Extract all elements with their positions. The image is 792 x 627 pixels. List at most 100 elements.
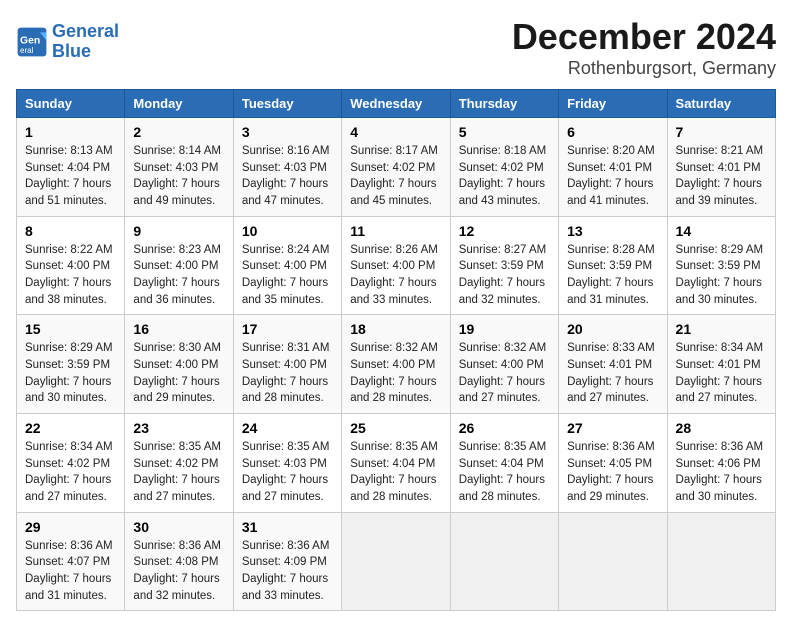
day-number: 1 [25,124,116,140]
day-detail: Sunrise: 8:27 AM Sunset: 3:59 PM Dayligh… [459,242,550,309]
day-detail: Sunrise: 8:36 AM Sunset: 4:08 PM Dayligh… [133,538,224,605]
day-number: 28 [676,420,767,436]
calendar-cell: 10 Sunrise: 8:24 AM Sunset: 4:00 PM Dayli… [233,216,341,315]
day-detail: Sunrise: 8:24 AM Sunset: 4:00 PM Dayligh… [242,242,333,309]
dow-friday: Friday [559,90,667,118]
calendar-body: 1 Sunrise: 8:13 AM Sunset: 4:04 PM Daylig… [17,118,776,611]
day-detail: Sunrise: 8:33 AM Sunset: 4:01 PM Dayligh… [567,340,658,407]
day-number: 9 [133,223,224,239]
dow-monday: Monday [125,90,233,118]
calendar-cell: 3 Sunrise: 8:16 AM Sunset: 4:03 PM Daylig… [233,118,341,217]
calendar-cell: 20 Sunrise: 8:33 AM Sunset: 4:01 PM Dayli… [559,315,667,414]
dow-saturday: Saturday [667,90,775,118]
dow-sunday: Sunday [17,90,125,118]
day-detail: Sunrise: 8:13 AM Sunset: 4:04 PM Dayligh… [25,143,116,210]
calendar-cell: 8Sunrise: 8:22 AM Sunset: 4:00 PM Daylig… [17,216,125,315]
title-block: December 2024 Rothenburgsort, Germany [512,16,776,79]
calendar-table: SundayMondayTuesdayWednesdayThursdayFrid… [16,89,776,611]
day-number: 13 [567,223,658,239]
calendar-cell: 9 Sunrise: 8:23 AM Sunset: 4:00 PM Daylig… [125,216,233,315]
dow-wednesday: Wednesday [342,90,450,118]
calendar-cell: 29Sunrise: 8:36 AM Sunset: 4:07 PM Dayli… [17,512,125,611]
day-detail: Sunrise: 8:23 AM Sunset: 4:00 PM Dayligh… [133,242,224,309]
day-number: 5 [459,124,550,140]
day-number: 4 [350,124,441,140]
calendar-cell: 5 Sunrise: 8:18 AM Sunset: 4:02 PM Daylig… [450,118,558,217]
calendar-cell: 2Sunrise: 8:14 AM Sunset: 4:03 PM Daylig… [125,118,233,217]
week-row-3: 15Sunrise: 8:29 AM Sunset: 3:59 PM Dayli… [17,315,776,414]
calendar-title: December 2024 [512,16,776,58]
calendar-cell: 22 Sunrise: 8:34 AM Sunset: 4:02 PM Dayli… [17,414,125,513]
calendar-cell: 31Sunrise: 8:36 AM Sunset: 4:09 PM Dayli… [233,512,341,611]
day-number: 26 [459,420,550,436]
page-header: Gen eral General Blue December 2024 Roth… [16,16,776,79]
day-detail: Sunrise: 8:18 AM Sunset: 4:02 PM Dayligh… [459,143,550,210]
calendar-cell: 28Sunrise: 8:36 AM Sunset: 4:06 PM Dayli… [667,414,775,513]
svg-text:eral: eral [20,46,34,55]
calendar-cell: 1 Sunrise: 8:13 AM Sunset: 4:04 PM Daylig… [17,118,125,217]
calendar-cell: 19 Sunrise: 8:32 AM Sunset: 4:00 PM Dayli… [450,315,558,414]
calendar-cell: 11 Sunrise: 8:26 AM Sunset: 4:00 PM Dayli… [342,216,450,315]
calendar-cell: 6 Sunrise: 8:20 AM Sunset: 4:01 PM Daylig… [559,118,667,217]
logo-general: General [52,21,119,41]
day-number: 16 [133,321,224,337]
calendar-cell: 25 Sunrise: 8:35 AM Sunset: 4:04 PM Dayli… [342,414,450,513]
day-detail: Sunrise: 8:29 AM Sunset: 3:59 PM Dayligh… [676,242,767,309]
calendar-cell: 30 Sunrise: 8:36 AM Sunset: 4:08 PM Dayli… [125,512,233,611]
day-number: 3 [242,124,333,140]
calendar-cell: 4Sunrise: 8:17 AM Sunset: 4:02 PM Daylig… [342,118,450,217]
day-number: 19 [459,321,550,337]
day-number: 30 [133,519,224,535]
day-number: 20 [567,321,658,337]
calendar-cell [450,512,558,611]
day-number: 10 [242,223,333,239]
calendar-cell: 21 Sunrise: 8:34 AM Sunset: 4:01 PM Dayli… [667,315,775,414]
day-number: 24 [242,420,333,436]
calendar-cell: 7Sunrise: 8:21 AM Sunset: 4:01 PM Daylig… [667,118,775,217]
day-detail: Sunrise: 8:20 AM Sunset: 4:01 PM Dayligh… [567,143,658,210]
day-detail: Sunrise: 8:28 AM Sunset: 3:59 PM Dayligh… [567,242,658,309]
day-number: 14 [676,223,767,239]
day-detail: Sunrise: 8:29 AM Sunset: 3:59 PM Dayligh… [25,340,116,407]
day-detail: Sunrise: 8:35 AM Sunset: 4:03 PM Dayligh… [242,439,333,506]
week-row-4: 22 Sunrise: 8:34 AM Sunset: 4:02 PM Dayli… [17,414,776,513]
calendar-cell: 23 Sunrise: 8:35 AM Sunset: 4:02 PM Dayli… [125,414,233,513]
calendar-cell: 14 Sunrise: 8:29 AM Sunset: 3:59 PM Dayli… [667,216,775,315]
day-number: 27 [567,420,658,436]
logo-icon: Gen eral [16,26,48,58]
day-number: 6 [567,124,658,140]
day-number: 23 [133,420,224,436]
day-detail: Sunrise: 8:32 AM Sunset: 4:00 PM Dayligh… [459,340,550,407]
day-detail: Sunrise: 8:16 AM Sunset: 4:03 PM Dayligh… [242,143,333,210]
day-number: 18 [350,321,441,337]
day-detail: Sunrise: 8:34 AM Sunset: 4:01 PM Dayligh… [676,340,767,407]
day-number: 22 [25,420,116,436]
day-number: 31 [242,519,333,535]
dow-thursday: Thursday [450,90,558,118]
calendar-cell [559,512,667,611]
day-number: 21 [676,321,767,337]
calendar-cell: 18 Sunrise: 8:32 AM Sunset: 4:00 PM Dayli… [342,315,450,414]
calendar-cell: 27 Sunrise: 8:36 AM Sunset: 4:05 PM Dayli… [559,414,667,513]
dow-tuesday: Tuesday [233,90,341,118]
day-detail: Sunrise: 8:22 AM Sunset: 4:00 PM Dayligh… [25,242,116,309]
day-detail: Sunrise: 8:36 AM Sunset: 4:05 PM Dayligh… [567,439,658,506]
calendar-cell: 15Sunrise: 8:29 AM Sunset: 3:59 PM Dayli… [17,315,125,414]
day-number: 12 [459,223,550,239]
day-detail: Sunrise: 8:34 AM Sunset: 4:02 PM Dayligh… [25,439,116,506]
week-row-5: 29Sunrise: 8:36 AM Sunset: 4:07 PM Dayli… [17,512,776,611]
calendar-cell: 17Sunrise: 8:31 AM Sunset: 4:00 PM Dayli… [233,315,341,414]
week-row-1: 1 Sunrise: 8:13 AM Sunset: 4:04 PM Daylig… [17,118,776,217]
day-detail: Sunrise: 8:35 AM Sunset: 4:04 PM Dayligh… [350,439,441,506]
day-detail: Sunrise: 8:36 AM Sunset: 4:07 PM Dayligh… [25,538,116,605]
calendar-subtitle: Rothenburgsort, Germany [512,58,776,79]
day-detail: Sunrise: 8:35 AM Sunset: 4:04 PM Dayligh… [459,439,550,506]
day-detail: Sunrise: 8:32 AM Sunset: 4:00 PM Dayligh… [350,340,441,407]
day-detail: Sunrise: 8:14 AM Sunset: 4:03 PM Dayligh… [133,143,224,210]
day-detail: Sunrise: 8:26 AM Sunset: 4:00 PM Dayligh… [350,242,441,309]
day-number: 25 [350,420,441,436]
day-detail: Sunrise: 8:35 AM Sunset: 4:02 PM Dayligh… [133,439,224,506]
week-row-2: 8Sunrise: 8:22 AM Sunset: 4:00 PM Daylig… [17,216,776,315]
calendar-cell [667,512,775,611]
day-number: 11 [350,223,441,239]
